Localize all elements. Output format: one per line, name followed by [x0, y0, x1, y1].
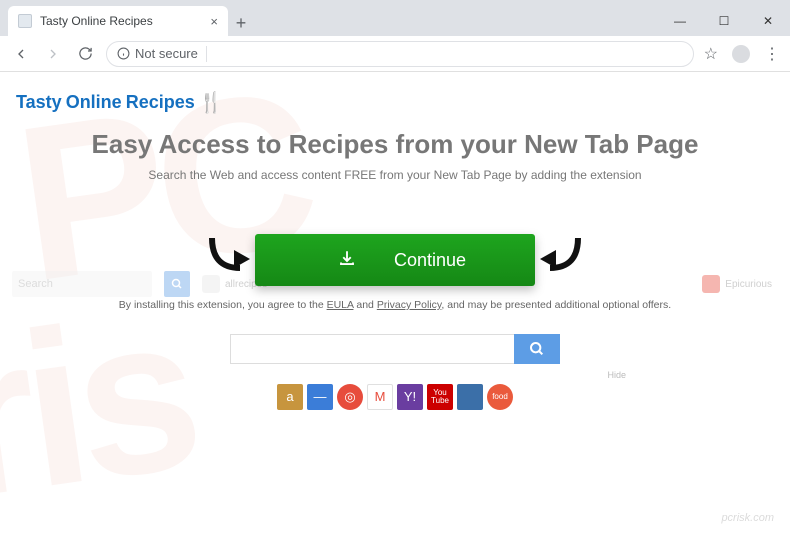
page-headline: Easy Access to Recipes from your New Tab… — [14, 129, 776, 160]
continue-button[interactable]: Continue — [255, 234, 535, 286]
arrow-right-icon — [538, 228, 586, 276]
address-bar: Not secure ☆ ⋮ — [0, 36, 790, 72]
watermark-text: pcrisk.com — [721, 512, 774, 524]
hide-link[interactable]: Hide — [14, 370, 626, 380]
logo-word-2: Online — [66, 92, 122, 113]
gmail-icon[interactable]: M — [367, 384, 393, 410]
maximize-button[interactable]: ☐ — [702, 6, 746, 36]
address-field[interactable]: Not secure — [106, 41, 694, 67]
not-secure-indicator: Not secure — [117, 46, 198, 61]
yahoo-icon[interactable]: Y! — [397, 384, 423, 410]
back-button[interactable] — [10, 46, 32, 62]
info-icon — [117, 47, 130, 60]
minimize-button[interactable]: — — [658, 6, 702, 36]
close-window-button[interactable]: ✕ — [746, 6, 790, 36]
new-tab-button[interactable]: + — [228, 10, 254, 36]
target-icon[interactable]: ◎ — [337, 384, 363, 410]
continue-label: Continue — [394, 250, 466, 271]
profile-avatar[interactable] — [732, 45, 750, 63]
favicon — [18, 14, 32, 28]
download-icon — [338, 249, 356, 272]
page-subhead: Search the Web and access content FREE f… — [14, 168, 776, 182]
kebab-menu-icon[interactable]: ⋮ — [764, 44, 780, 64]
link-icon-2[interactable]: — — [307, 384, 333, 410]
logo-word-3: Recipes — [126, 92, 195, 113]
quicklink-row: a — ◎ M Y! YouTube food — [14, 384, 776, 410]
center-search-input[interactable] — [230, 334, 514, 364]
arrow-left-icon — [204, 228, 252, 276]
food-icon[interactable]: food — [487, 384, 513, 410]
star-icon[interactable]: ☆ — [704, 44, 718, 64]
site-logo: Tasty Online Recipes 🍴 — [16, 90, 776, 115]
close-tab-icon[interactable]: × — [210, 14, 218, 29]
link-icon-7[interactable] — [457, 384, 483, 410]
tab-title: Tasty Online Recipes — [40, 14, 153, 28]
center-search — [230, 334, 560, 364]
amazon-icon[interactable]: a — [277, 384, 303, 410]
youtube-icon[interactable]: YouTube — [427, 384, 453, 410]
reload-button[interactable] — [74, 46, 96, 61]
fork-icon: 🍴 — [199, 90, 221, 115]
titlebar: Tasty Online Recipes × + — ☐ ✕ — [0, 0, 790, 36]
browser-tab[interactable]: Tasty Online Recipes × — [8, 6, 228, 36]
forward-button[interactable] — [42, 46, 64, 62]
center-search-button[interactable] — [514, 334, 560, 364]
logo-word-1: Tasty — [16, 92, 62, 113]
